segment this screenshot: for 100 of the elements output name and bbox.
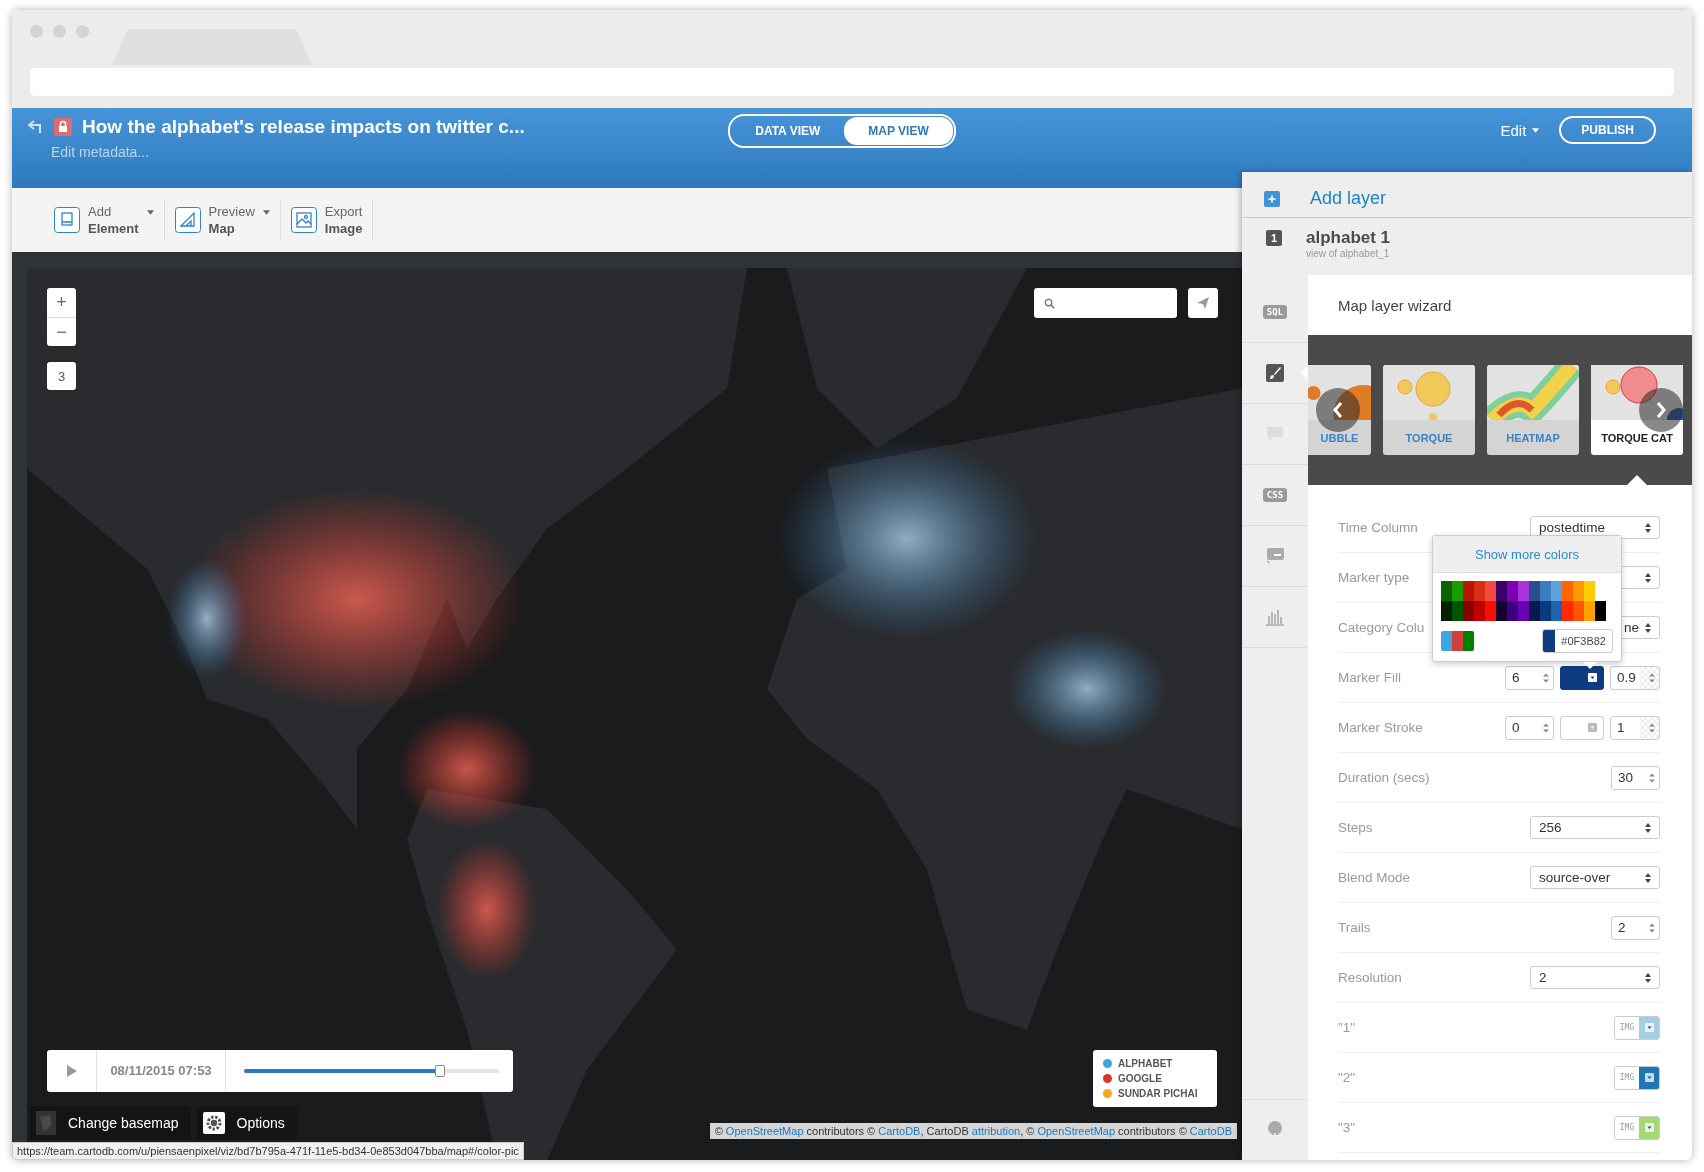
- color-option[interactable]: [1507, 601, 1518, 621]
- publish-button[interactable]: PUBLISH: [1559, 116, 1656, 144]
- field-label: Trails: [1338, 920, 1371, 935]
- add-layer-link[interactable]: Add layer: [1310, 188, 1387, 209]
- color-option[interactable]: [1463, 601, 1474, 621]
- map-type-tile[interactable]: TORQUE: [1383, 365, 1475, 455]
- color-option[interactable]: [1485, 601, 1496, 621]
- zoom-out-button[interactable]: −: [47, 317, 76, 346]
- stepper-icon[interactable]: [1543, 672, 1549, 683]
- hex-field[interactable]: #0F3B82: [1542, 629, 1613, 653]
- toolbar-button[interactable]: Preview Map: [172, 200, 281, 240]
- color-option[interactable]: [1452, 581, 1463, 601]
- chart-button[interactable]: [1265, 608, 1285, 626]
- css-button[interactable]: CSS: [1262, 488, 1288, 502]
- image-icon: [290, 207, 317, 233]
- zoom-in-button[interactable]: +: [47, 288, 76, 317]
- select-field[interactable]: source-over: [1530, 866, 1660, 889]
- color-option[interactable]: [1584, 581, 1595, 601]
- color-option[interactable]: [1441, 601, 1452, 621]
- color-option[interactable]: [1463, 581, 1474, 601]
- window-control-button[interactable]: [76, 25, 89, 38]
- sql-button[interactable]: SQL: [1262, 305, 1288, 319]
- legend-button[interactable]: [1265, 547, 1285, 565]
- color-option[interactable]: [1529, 601, 1540, 621]
- color-option[interactable]: [1518, 601, 1529, 621]
- field-label: Category Colu: [1338, 620, 1425, 635]
- pin-button[interactable]: [1266, 1120, 1284, 1140]
- color-option[interactable]: [1551, 581, 1562, 601]
- number-field[interactable]: 30: [1611, 765, 1660, 790]
- color-option[interactable]: [1518, 581, 1529, 601]
- color-option[interactable]: [1529, 581, 1540, 601]
- number-field[interactable]: 0: [1505, 715, 1554, 740]
- view-tab[interactable]: DATA VIEW: [731, 117, 845, 145]
- stepper-icon[interactable]: [1543, 722, 1549, 733]
- legend-label: ALPHABET: [1118, 1058, 1173, 1069]
- color-swatch[interactable]: [1560, 665, 1604, 690]
- change-basemap-button[interactable]: Change basemap: [30, 1106, 191, 1140]
- attribution-link[interactable]: OpenStreetMap: [725, 1125, 804, 1137]
- current-color: [1543, 630, 1556, 652]
- select-field[interactable]: 2: [1530, 966, 1660, 989]
- ramp-color[interactable]: [1452, 631, 1463, 651]
- color-option[interactable]: [1540, 581, 1551, 601]
- stepper-icon[interactable]: [1649, 672, 1655, 683]
- opacity-field[interactable]: 0.9: [1610, 665, 1660, 690]
- number-field[interactable]: 2: [1611, 915, 1660, 940]
- color-swatch[interactable]: [1639, 1016, 1659, 1039]
- color-option[interactable]: [1485, 581, 1496, 601]
- stepper-icon[interactable]: [1649, 772, 1655, 783]
- color-option[interactable]: [1496, 581, 1507, 601]
- back-arrow-icon[interactable]: [28, 120, 44, 134]
- color-option[interactable]: [1573, 601, 1584, 621]
- select-field[interactable]: 256: [1530, 816, 1660, 839]
- stepper-icon[interactable]: [1649, 922, 1655, 933]
- color-option[interactable]: [1496, 601, 1507, 621]
- slider-handle[interactable]: [435, 1065, 446, 1077]
- toolbar-button[interactable]: Add Element: [52, 200, 165, 240]
- legend-icon: [1265, 547, 1285, 565]
- edit-metadata-link[interactable]: Edit metadata...: [51, 144, 729, 160]
- color-option[interactable]: [1562, 581, 1573, 601]
- attribution-link[interactable]: CartoDB: [1189, 1125, 1232, 1137]
- map-thumbnail-icon: [36, 1111, 56, 1135]
- color-option[interactable]: [1562, 601, 1573, 621]
- attribution-link[interactable]: OpenStreetMap: [1037, 1125, 1116, 1137]
- window-control-button[interactable]: [53, 25, 66, 38]
- color-swatch[interactable]: [1639, 1116, 1659, 1139]
- previous-button[interactable]: [1316, 388, 1360, 432]
- ramp-color[interactable]: [1463, 631, 1474, 651]
- ramp-color[interactable]: [1441, 631, 1452, 651]
- caret-icon: [1644, 1023, 1654, 1032]
- updown-arrow-icon: [1645, 972, 1651, 983]
- stepper-icon[interactable]: [1649, 722, 1655, 733]
- color-option[interactable]: [1573, 581, 1584, 601]
- opacity-field[interactable]: 1: [1610, 715, 1660, 740]
- color-option[interactable]: [1551, 601, 1562, 621]
- map-type-tile[interactable]: UBBLE: [1308, 365, 1371, 455]
- options-button[interactable]: Options: [196, 1106, 297, 1140]
- caret-icon: [1588, 673, 1597, 682]
- color-option[interactable]: [1507, 581, 1518, 601]
- color-option[interactable]: [1595, 601, 1606, 621]
- color-option[interactable]: [1452, 601, 1463, 621]
- map-type-tile[interactable]: HEATMAP: [1487, 365, 1579, 455]
- search-field[interactable]: [1034, 288, 1177, 318]
- color-swatch[interactable]: [1639, 1066, 1659, 1089]
- view-tab[interactable]: MAP VIEW: [844, 117, 953, 145]
- color-option[interactable]: [1474, 601, 1485, 621]
- caret-icon: [1532, 127, 1540, 133]
- color-option[interactable]: [1584, 601, 1595, 621]
- updown-arrow-icon: [1645, 572, 1651, 583]
- color-option[interactable]: [1540, 601, 1551, 621]
- window-control-button[interactable]: [30, 25, 43, 38]
- edit-menu-button[interactable]: Edit: [1494, 120, 1546, 140]
- plus-icon[interactable]: [1264, 190, 1280, 207]
- color-option[interactable]: [1441, 581, 1452, 601]
- next-button[interactable]: [1639, 388, 1683, 432]
- toolbar-button[interactable]: Export Image: [288, 200, 374, 240]
- number-field[interactable]: 6: [1505, 665, 1554, 690]
- color-option[interactable]: [1474, 581, 1485, 601]
- brush-button[interactable]: [1266, 364, 1284, 382]
- share-button[interactable]: [1188, 288, 1218, 318]
- field-label: Steps: [1338, 820, 1373, 835]
